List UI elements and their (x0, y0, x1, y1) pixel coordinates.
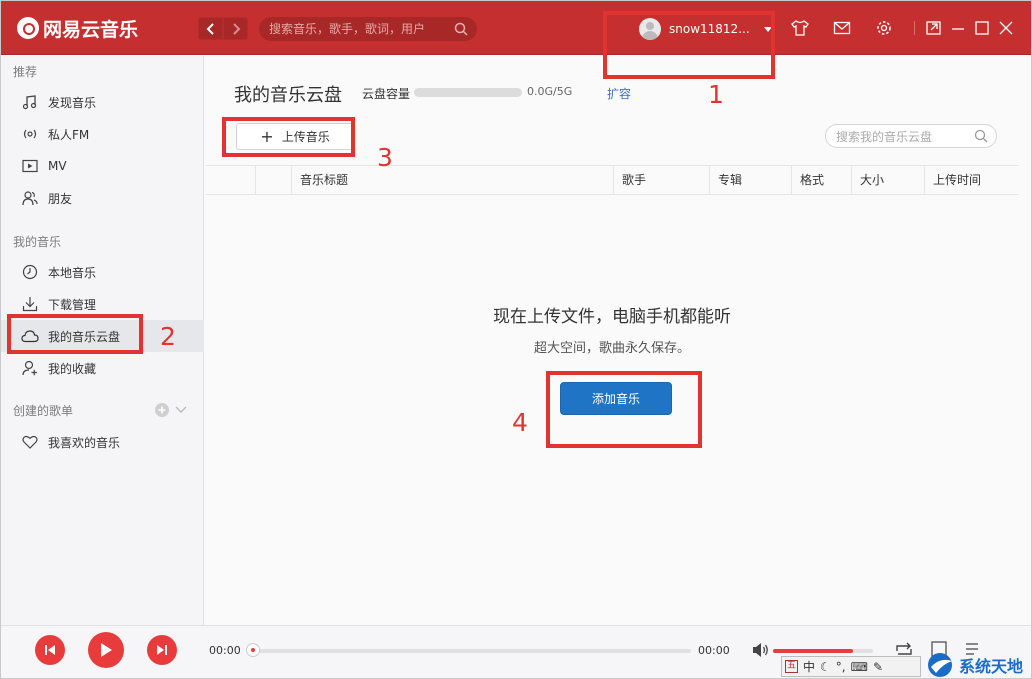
sidebar-item-label: MV (48, 159, 67, 173)
chevron-left-icon (206, 23, 216, 35)
gear-icon[interactable] (875, 19, 893, 37)
global-search (259, 17, 477, 41)
sidebar-item-collection[interactable]: 我的收藏 (1, 352, 204, 384)
keyboard-icon[interactable]: ⌨ (851, 660, 868, 674)
heart-icon (21, 433, 39, 451)
annotation-number-3: 3 (377, 143, 393, 172)
ime-mode[interactable]: 中 (803, 658, 815, 675)
progress-bar[interactable] (251, 649, 691, 653)
column-header-album[interactable]: 专辑 (709, 166, 791, 194)
app-window: 网易云音乐 snow11812... 推荐 (0, 0, 1032, 679)
app-logo[interactable]: 网易云音乐 (17, 15, 138, 41)
video-icon (21, 157, 39, 175)
sidebar-item-label: 我的收藏 (48, 360, 96, 377)
annotation-number-4: 4 (512, 408, 528, 437)
sidebar-item-discover[interactable]: 发现音乐 (1, 86, 204, 118)
mail-icon[interactable] (833, 19, 851, 37)
volume-slider-fill (773, 649, 853, 653)
cloud-search (825, 124, 997, 148)
search-input[interactable] (269, 21, 449, 37)
column-header-title[interactable]: 音乐标题 (291, 166, 613, 194)
titlebar-divider (914, 21, 915, 35)
annotation-box-4 (546, 371, 702, 448)
clock-icon (21, 263, 39, 281)
sidebar-item-label: 朋友 (48, 190, 72, 207)
sidebar-item-local-music[interactable]: 本地音乐 (1, 256, 204, 288)
play-icon (99, 642, 113, 658)
watermark-logo-icon (926, 651, 956, 679)
sidebar-item-label: 本地音乐 (48, 264, 96, 281)
capacity-label: 云盘容量 (362, 85, 410, 102)
netease-logo-icon (17, 17, 39, 39)
sidebar-item-label: 私人FM (48, 126, 89, 143)
watermark: 系统天地 (926, 649, 1032, 679)
back-button[interactable] (198, 17, 223, 40)
history-nav (198, 17, 248, 40)
capacity-value: 0.0G/5G (527, 85, 572, 98)
expand-capacity-link[interactable]: 扩容 (607, 85, 631, 102)
playlist-actions (155, 403, 187, 417)
next-track-icon (156, 644, 168, 656)
annotation-box-3 (222, 117, 355, 157)
close-icon[interactable] (997, 19, 1015, 37)
sidebar-item-mv[interactable]: MV (1, 150, 204, 182)
radio-icon (21, 125, 39, 143)
section-title-recommend: 推荐 (13, 63, 37, 80)
forward-button[interactable] (223, 17, 248, 40)
minimize-icon[interactable] (949, 19, 967, 37)
current-time: 00:00 (209, 644, 241, 657)
chevron-down-icon[interactable] (175, 405, 187, 415)
volume-slider[interactable] (773, 649, 873, 653)
app-title: 网易云音乐 (43, 15, 138, 42)
volume-icon[interactable] (752, 642, 770, 658)
chevron-right-icon (231, 23, 241, 35)
annotation-number-1: 1 (708, 80, 724, 109)
empty-state-subtitle: 超大空间，歌曲永久保存。 (205, 337, 1019, 356)
previous-track-icon (44, 644, 56, 656)
column-header-size[interactable]: 大小 (851, 166, 924, 194)
sidebar-item-label: 发现音乐 (48, 94, 96, 111)
download-icon (21, 295, 39, 313)
sidebar-item-fm[interactable]: 私人FM (1, 118, 204, 150)
column-header-format[interactable]: 格式 (791, 166, 851, 194)
annotation-box-2 (7, 314, 143, 354)
collect-icon (21, 359, 39, 377)
skin-shirt-icon[interactable] (791, 19, 809, 37)
title-bar: 网易云音乐 snow11812... (1, 1, 1032, 55)
friends-icon (21, 189, 39, 207)
sidebar-item-label: 我喜欢的音乐 (48, 434, 120, 451)
watermark-text: 系统天地 (959, 653, 1023, 677)
sidebar-item-label: 下载管理 (48, 296, 96, 313)
ime-logo-icon: 五 (785, 660, 798, 673)
mini-mode-icon[interactable] (925, 19, 943, 37)
annotation-number-2: 2 (160, 322, 176, 351)
progress-handle[interactable] (246, 643, 260, 657)
page-title: 我的音乐云盘 (234, 81, 342, 107)
total-time: 00:00 (698, 644, 730, 657)
section-title-my-music: 我的音乐 (13, 233, 61, 250)
search-icon[interactable] (454, 22, 468, 36)
search-icon[interactable] (974, 129, 988, 143)
sidebar-item-friends[interactable]: 朋友 (1, 182, 204, 214)
section-title-playlists: 创建的歌单 (13, 402, 73, 419)
music-note-icon (21, 93, 39, 111)
empty-state-title: 现在上传文件，电脑手机都能听 (205, 302, 1019, 327)
column-header-checkbox (255, 166, 291, 194)
add-playlist-icon[interactable] (155, 403, 169, 417)
cloud-search-input[interactable] (836, 129, 966, 144)
annotation-box-1 (603, 11, 775, 79)
column-header-upload-time[interactable]: 上传时间 (924, 166, 1019, 194)
capacity-bar (414, 88, 522, 97)
sidebar-item-liked-music[interactable]: 我喜欢的音乐 (1, 426, 204, 458)
tools-icon[interactable]: ✎ (873, 660, 883, 674)
column-header-artist[interactable]: 歌手 (613, 166, 709, 194)
play-button[interactable] (88, 632, 124, 668)
punctuation-icon[interactable]: °, (836, 660, 846, 674)
maximize-icon[interactable] (973, 19, 991, 37)
ime-toolbar[interactable]: 五 中 ☾ °, ⌨ ✎ (781, 656, 921, 677)
table-header: 音乐标题 歌手 专辑 格式 大小 上传时间 (205, 165, 1019, 195)
previous-button[interactable] (35, 635, 65, 665)
moon-icon[interactable]: ☾ (820, 660, 831, 674)
next-button[interactable] (147, 635, 177, 665)
